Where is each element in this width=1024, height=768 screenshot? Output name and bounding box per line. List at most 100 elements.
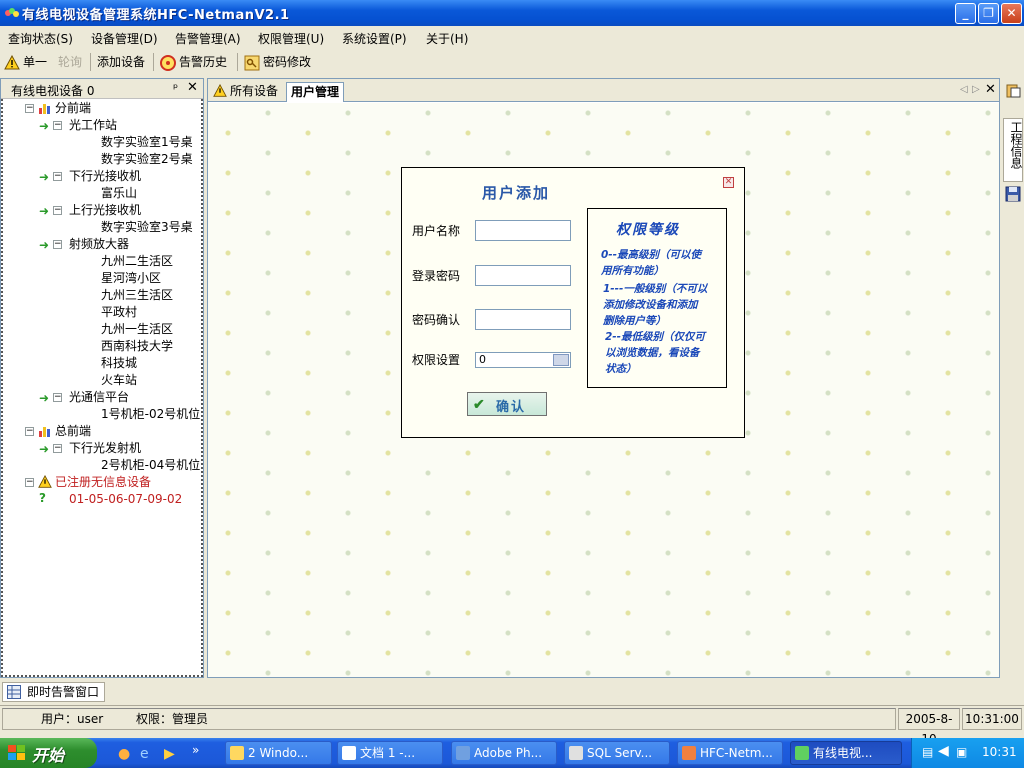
tree-expander-icon[interactable]: − (53, 206, 62, 215)
ie-icon[interactable]: e (140, 746, 149, 762)
tree-expander-icon[interactable]: − (53, 393, 62, 402)
toolbar-separator (90, 53, 91, 71)
tab-scroll-left-icon[interactable]: ◁ (960, 84, 968, 95)
close-button[interactable]: ✕ (1001, 3, 1022, 24)
menu-about[interactable]: 关于(H) (426, 30, 468, 47)
tree-expander-icon[interactable]: − (25, 427, 34, 436)
clipboard-icon[interactable] (1005, 82, 1021, 98)
tree-node[interactable]: 光通信平台 (69, 389, 129, 406)
dialog-close-icon[interactable]: ✕ (723, 177, 734, 188)
tree-node[interactable]: 光工作站 (69, 117, 117, 134)
tab-user-management[interactable]: 用户管理 (286, 82, 345, 102)
tree-node[interactable]: 下行光接收机 (69, 168, 141, 185)
tree-node[interactable]: 数字实验室1号桌 (101, 134, 193, 151)
alarm-history-button[interactable]: 告警历史 (160, 53, 227, 71)
alarm-window-tab[interactable]: 即时告警窗口 (2, 682, 105, 702)
username-label: 用户名称 (412, 224, 461, 238)
tree-node[interactable]: 1号机柜-02号机位 (101, 406, 200, 423)
tree-node[interactable]: 火车站 (101, 372, 137, 389)
tree-expander-icon[interactable]: − (53, 444, 62, 453)
taskbar-item[interactable]: 2 Windo... (225, 741, 332, 765)
pin-icon[interactable]: ᵖ (173, 81, 178, 95)
green-arrow-icon: ➜ (39, 170, 50, 184)
password-input[interactable] (475, 265, 571, 286)
tree-node[interactable]: 01-05-06-07-09-02 (69, 491, 182, 508)
app-icon (5, 8, 19, 17)
tree-node[interactable]: 富乐山 (101, 185, 137, 202)
permission-spinner[interactable]: 0 (475, 352, 571, 368)
minimize-button[interactable]: _ (955, 3, 976, 24)
quicklaunch-more-icon[interactable]: » (192, 743, 199, 757)
menu-permission-management[interactable]: 权限管理(U) (258, 30, 324, 47)
add-device-button[interactable]: 添加设备 (97, 53, 145, 71)
tree-node[interactable]: 西南科技大学 (101, 338, 173, 355)
tree-node[interactable]: 总前端 (55, 423, 91, 440)
project-info-tab[interactable]: 工程信息 (1003, 118, 1023, 182)
tree-node[interactable]: 下行光发射机 (69, 440, 141, 457)
poll-label: 轮询 (58, 55, 83, 69)
tab-close-icon[interactable]: ✕ (985, 82, 996, 97)
firefox-icon[interactable]: ● (118, 746, 130, 762)
taskbar-item-active[interactable]: 有线电视... (790, 741, 902, 765)
menu-query-status[interactable]: 查询状态(S) (8, 30, 73, 47)
cable-tv-app-icon (795, 746, 809, 760)
tree-expander-icon[interactable]: − (53, 121, 62, 130)
permission-line: 0--最高级别（可以使 (601, 249, 702, 261)
menu-alarm-management[interactable]: 告警管理(A) (175, 30, 241, 47)
tree-expander-icon[interactable]: − (53, 240, 62, 249)
keyboard-icon[interactable]: ▤ (922, 745, 933, 759)
taskbar-item[interactable]: 文档 1 -... (337, 741, 443, 765)
single-button[interactable]: 单一 (4, 53, 47, 71)
tree-node[interactable]: 上行光接收机 (69, 202, 141, 219)
green-arrow-icon: ➜ (39, 238, 50, 252)
permission-line: 用所有功能） (601, 265, 664, 277)
tree-node[interactable]: 星河湾小区 (101, 270, 161, 287)
taskbar-item[interactable]: Adobe Ph... (451, 741, 557, 765)
media-player-icon[interactable]: ▶ (164, 746, 175, 762)
tray-collapse-icon[interactable]: ◀ (938, 743, 949, 759)
change-password-button[interactable]: 密码修改 (244, 53, 311, 71)
menu-system-settings[interactable]: 系统设置(P) (342, 30, 407, 47)
permission-value: 0 (479, 353, 486, 366)
tree-node[interactable]: 科技城 (101, 355, 137, 372)
device-tree-header: 有线电视设备 0 ᵖ ✕ (1, 79, 203, 99)
confirm-button-label: 确认 (496, 399, 527, 414)
alarm-window-bar: 即时告警窗口 (0, 680, 1024, 703)
save-icon[interactable] (1005, 186, 1021, 202)
confirm-password-input[interactable] (475, 309, 571, 330)
tree-node[interactable]: 分前端 (55, 100, 91, 117)
tree-node[interactable]: 九州二生活区 (101, 253, 173, 270)
restore-button[interactable]: ❐ (978, 3, 999, 24)
tree-node[interactable]: 2号机柜-04号机位 (101, 457, 200, 474)
confirm-button[interactable]: ✔ 确认 (467, 392, 547, 416)
tab-all-devices[interactable]: 所有设备 (210, 82, 282, 102)
tab-scroll-right-icon[interactable]: ▷ (972, 84, 980, 95)
add-device-label: 添加设备 (97, 55, 146, 69)
taskbar-item[interactable]: HFC-Netm... (677, 741, 783, 765)
password-label: 登录密码 (412, 269, 461, 283)
tree-node[interactable]: 平政村 (101, 304, 137, 321)
network-icon[interactable]: ▣ (956, 745, 967, 759)
tree-node[interactable]: 射频放大器 (69, 236, 129, 253)
start-button[interactable]: 开始 (0, 738, 97, 768)
title-bar[interactable]: 有线电视设备管理系统HFC-NetmanV2.1 _ ❐ ✕ (0, 0, 1024, 26)
tree-node[interactable]: 已注册无信息设备 (55, 474, 151, 491)
close-panel-icon[interactable]: ✕ (187, 80, 198, 95)
tree-node[interactable]: 数字实验室2号桌 (101, 151, 193, 168)
tree-node[interactable]: 九州一生活区 (101, 321, 173, 338)
tree-expander-icon[interactable]: − (53, 172, 62, 181)
menu-device-management[interactable]: 设备管理(D) (91, 30, 158, 47)
bar-chart-icon (39, 427, 50, 437)
tree-node[interactable]: 数字实验室3号桌 (101, 219, 193, 236)
username-input[interactable] (475, 220, 571, 241)
permission-line: 删除用户等） (603, 315, 666, 327)
taskbar-item[interactable]: SQL Serv... (564, 741, 670, 765)
permission-line: 状态） (605, 363, 637, 375)
tree-expander-icon[interactable]: − (25, 104, 34, 113)
permission-line: 1---一般级别（不可以 (603, 283, 708, 295)
menu-bar: 查询状态(S) 设备管理(D) 告警管理(A) 权限管理(U) 系统设置(P) … (0, 27, 1024, 49)
spin-buttons-icon[interactable] (553, 354, 569, 366)
tree-expander-icon[interactable]: − (25, 478, 34, 487)
tree-node[interactable]: 九州三生活区 (101, 287, 173, 304)
poll-button[interactable]: 轮询 (58, 53, 82, 71)
